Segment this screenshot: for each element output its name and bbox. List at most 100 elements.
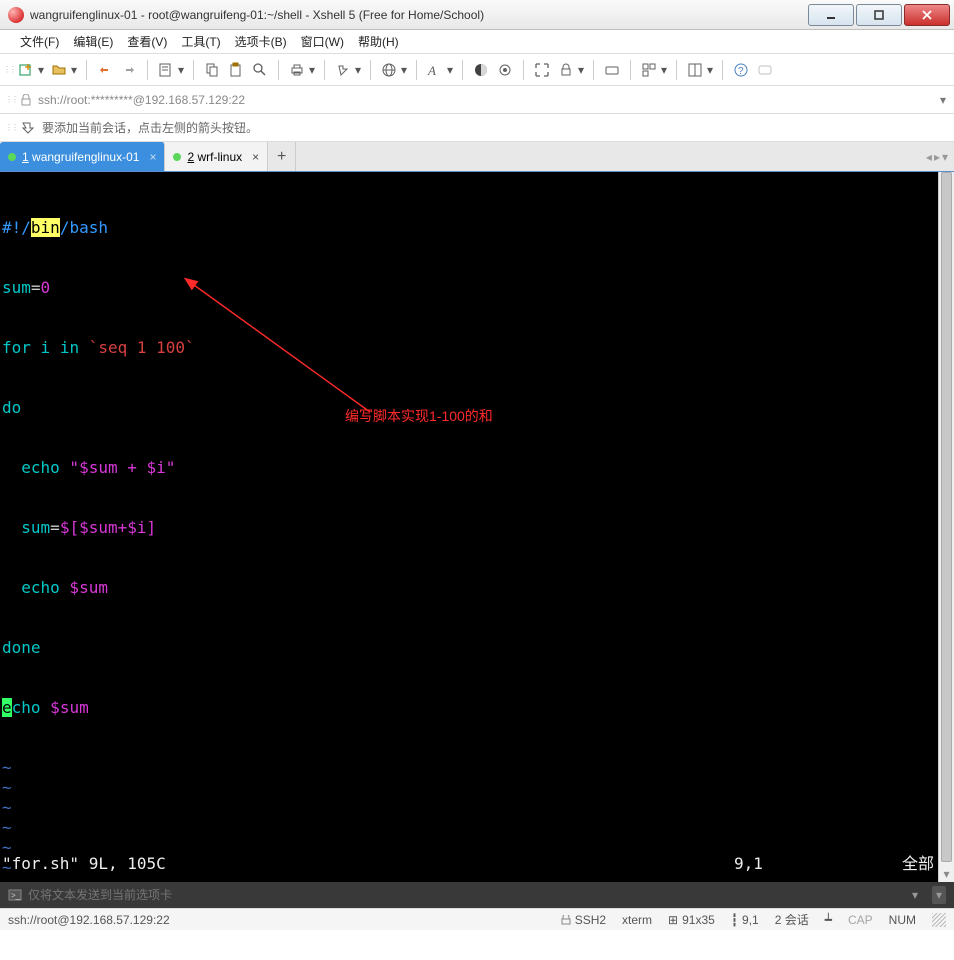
- tile-dropdown[interactable]: ▾: [660, 60, 668, 80]
- search-button[interactable]: [250, 60, 270, 80]
- properties-button[interactable]: [156, 60, 176, 80]
- transfer-dropdown[interactable]: ▾: [354, 60, 362, 80]
- svg-text:A: A: [427, 63, 436, 78]
- connect-button[interactable]: [95, 60, 115, 80]
- grip-icon: ⋮⋮: [8, 90, 14, 110]
- tab-prev-button[interactable]: ◂: [926, 150, 932, 164]
- separator: [147, 60, 148, 80]
- lock-dropdown[interactable]: ▾: [577, 60, 585, 80]
- font-dropdown[interactable]: ▾: [446, 60, 454, 80]
- paste-button[interactable]: [226, 60, 246, 80]
- tab-label: wangruifenglinux-01: [32, 150, 139, 164]
- annotation-arrow: [180, 277, 390, 422]
- lock-icon: [20, 94, 32, 106]
- menu-view[interactable]: 查看(V): [127, 33, 167, 50]
- tab-number: 1: [22, 150, 29, 164]
- compose-input[interactable]: [28, 888, 906, 902]
- cursor: e: [2, 698, 12, 717]
- grip-icon: ⋮⋮: [6, 60, 12, 80]
- tab-wrf-linux[interactable]: 2 wrf-linux ×: [165, 142, 268, 171]
- menu-tab[interactable]: 选项卡(B): [235, 33, 287, 50]
- highlight-button[interactable]: [495, 60, 515, 80]
- tab-next-button[interactable]: ▸: [934, 150, 940, 164]
- color-scheme-button[interactable]: [471, 60, 491, 80]
- address-bar: ⋮⋮ ▾: [0, 86, 954, 114]
- fullscreen-button[interactable]: [532, 60, 552, 80]
- new-session-dropdown[interactable]: ▾: [37, 60, 45, 80]
- transfer-button[interactable]: [333, 60, 353, 80]
- address-dropdown[interactable]: ▾: [940, 93, 946, 107]
- resize-grip[interactable]: [932, 913, 946, 927]
- menu-file[interactable]: 文件(F): [20, 33, 59, 50]
- encoding-button[interactable]: [379, 60, 399, 80]
- new-session-button[interactable]: [16, 60, 36, 80]
- maximize-button[interactable]: [856, 4, 902, 26]
- separator: [523, 60, 524, 80]
- scrollbar-thumb[interactable]: [941, 172, 952, 862]
- disconnect-button[interactable]: [119, 60, 139, 80]
- svg-text:?: ?: [738, 66, 744, 77]
- open-session-button[interactable]: [49, 60, 69, 80]
- menu-help[interactable]: 帮助(H): [358, 33, 399, 50]
- tab-wangruifenglinux-01[interactable]: 1 wangruifenglinux-01 ×: [0, 142, 165, 171]
- status-caps-lock: CAP: [848, 913, 873, 927]
- status-dot-icon: [8, 153, 16, 161]
- code-line: sum=0: [2, 278, 954, 298]
- menu-tools[interactable]: 工具(T): [181, 33, 220, 50]
- code-line: sum=$[$sum+$i]: [2, 518, 954, 538]
- help-button[interactable]: ?: [731, 60, 751, 80]
- open-session-dropdown[interactable]: ▾: [70, 60, 78, 80]
- close-button[interactable]: [904, 4, 950, 26]
- terminal-container: #!/bin/bash sum=0 for i in `seq 1 100` d…: [0, 172, 954, 882]
- vim-cursor-position: 9,1: [734, 854, 884, 874]
- layout-button[interactable]: [685, 60, 705, 80]
- encoding-dropdown[interactable]: ▾: [400, 60, 408, 80]
- window-titlebar: wangruifenglinux-01 - root@wangruifeng-0…: [0, 0, 954, 30]
- tab-list-dropdown[interactable]: ▾: [942, 150, 948, 164]
- tile-button[interactable]: [639, 60, 659, 80]
- lock-button[interactable]: [556, 60, 576, 80]
- add-session-arrow-icon[interactable]: [20, 120, 36, 136]
- print-button[interactable]: [287, 60, 307, 80]
- code-line: #!/bin/bash: [2, 218, 954, 238]
- font-button[interactable]: A: [425, 60, 445, 80]
- vim-file-status: "for.sh" 9L, 105C: [2, 854, 734, 874]
- separator: [193, 60, 194, 80]
- menu-window[interactable]: 窗口(W): [301, 33, 344, 50]
- compose-bar: >_ ▾ ▾: [0, 882, 954, 908]
- address-input[interactable]: [38, 93, 934, 107]
- status-ssh: SSH2: [561, 913, 606, 927]
- copy-button[interactable]: [202, 60, 222, 80]
- properties-dropdown[interactable]: ▾: [177, 60, 185, 80]
- menu-edit[interactable]: 编辑(E): [73, 33, 113, 50]
- status-session-count: 2 会话: [775, 911, 809, 928]
- cursor-icon: ┇: [731, 913, 738, 927]
- terminal[interactable]: #!/bin/bash sum=0 for i in `seq 1 100` d…: [0, 172, 954, 882]
- code-line: done: [2, 638, 954, 658]
- menu-bar: 文件(F) 编辑(E) 查看(V) 工具(T) 选项卡(B) 窗口(W) 帮助(…: [0, 30, 954, 54]
- status-cursor-pos: ┇9,1: [731, 913, 759, 927]
- print-dropdown[interactable]: ▾: [308, 60, 316, 80]
- tab-number: 2: [187, 150, 194, 164]
- add-tab-button[interactable]: +: [268, 142, 296, 171]
- code-line: echo $sum: [2, 578, 954, 598]
- scrollbar-down-icon[interactable]: ▾: [939, 866, 954, 882]
- code-line: for i in `seq 1 100`: [2, 338, 954, 358]
- app-icon: [8, 7, 24, 23]
- separator: [676, 60, 677, 80]
- separator: [630, 60, 631, 80]
- terminal-scrollbar[interactable]: ▾: [938, 172, 954, 882]
- compose-icon: >_: [8, 888, 22, 902]
- tip-bar: ⋮⋮ 要添加当前会话，点击左侧的箭头按钮。: [0, 114, 954, 142]
- compose-button[interactable]: [755, 60, 775, 80]
- minimize-button[interactable]: [808, 4, 854, 26]
- keyboard-button[interactable]: [602, 60, 622, 80]
- compose-target-dropdown[interactable]: ▾: [912, 888, 918, 902]
- tab-close-button[interactable]: ×: [149, 150, 156, 164]
- compose-send-dropdown[interactable]: ▾: [932, 886, 946, 904]
- vim-empty-line: ~: [2, 878, 954, 882]
- layout-dropdown[interactable]: ▾: [706, 60, 714, 80]
- tab-close-button[interactable]: ×: [252, 150, 259, 164]
- window-controls: [808, 4, 950, 26]
- lock-icon: [561, 915, 571, 925]
